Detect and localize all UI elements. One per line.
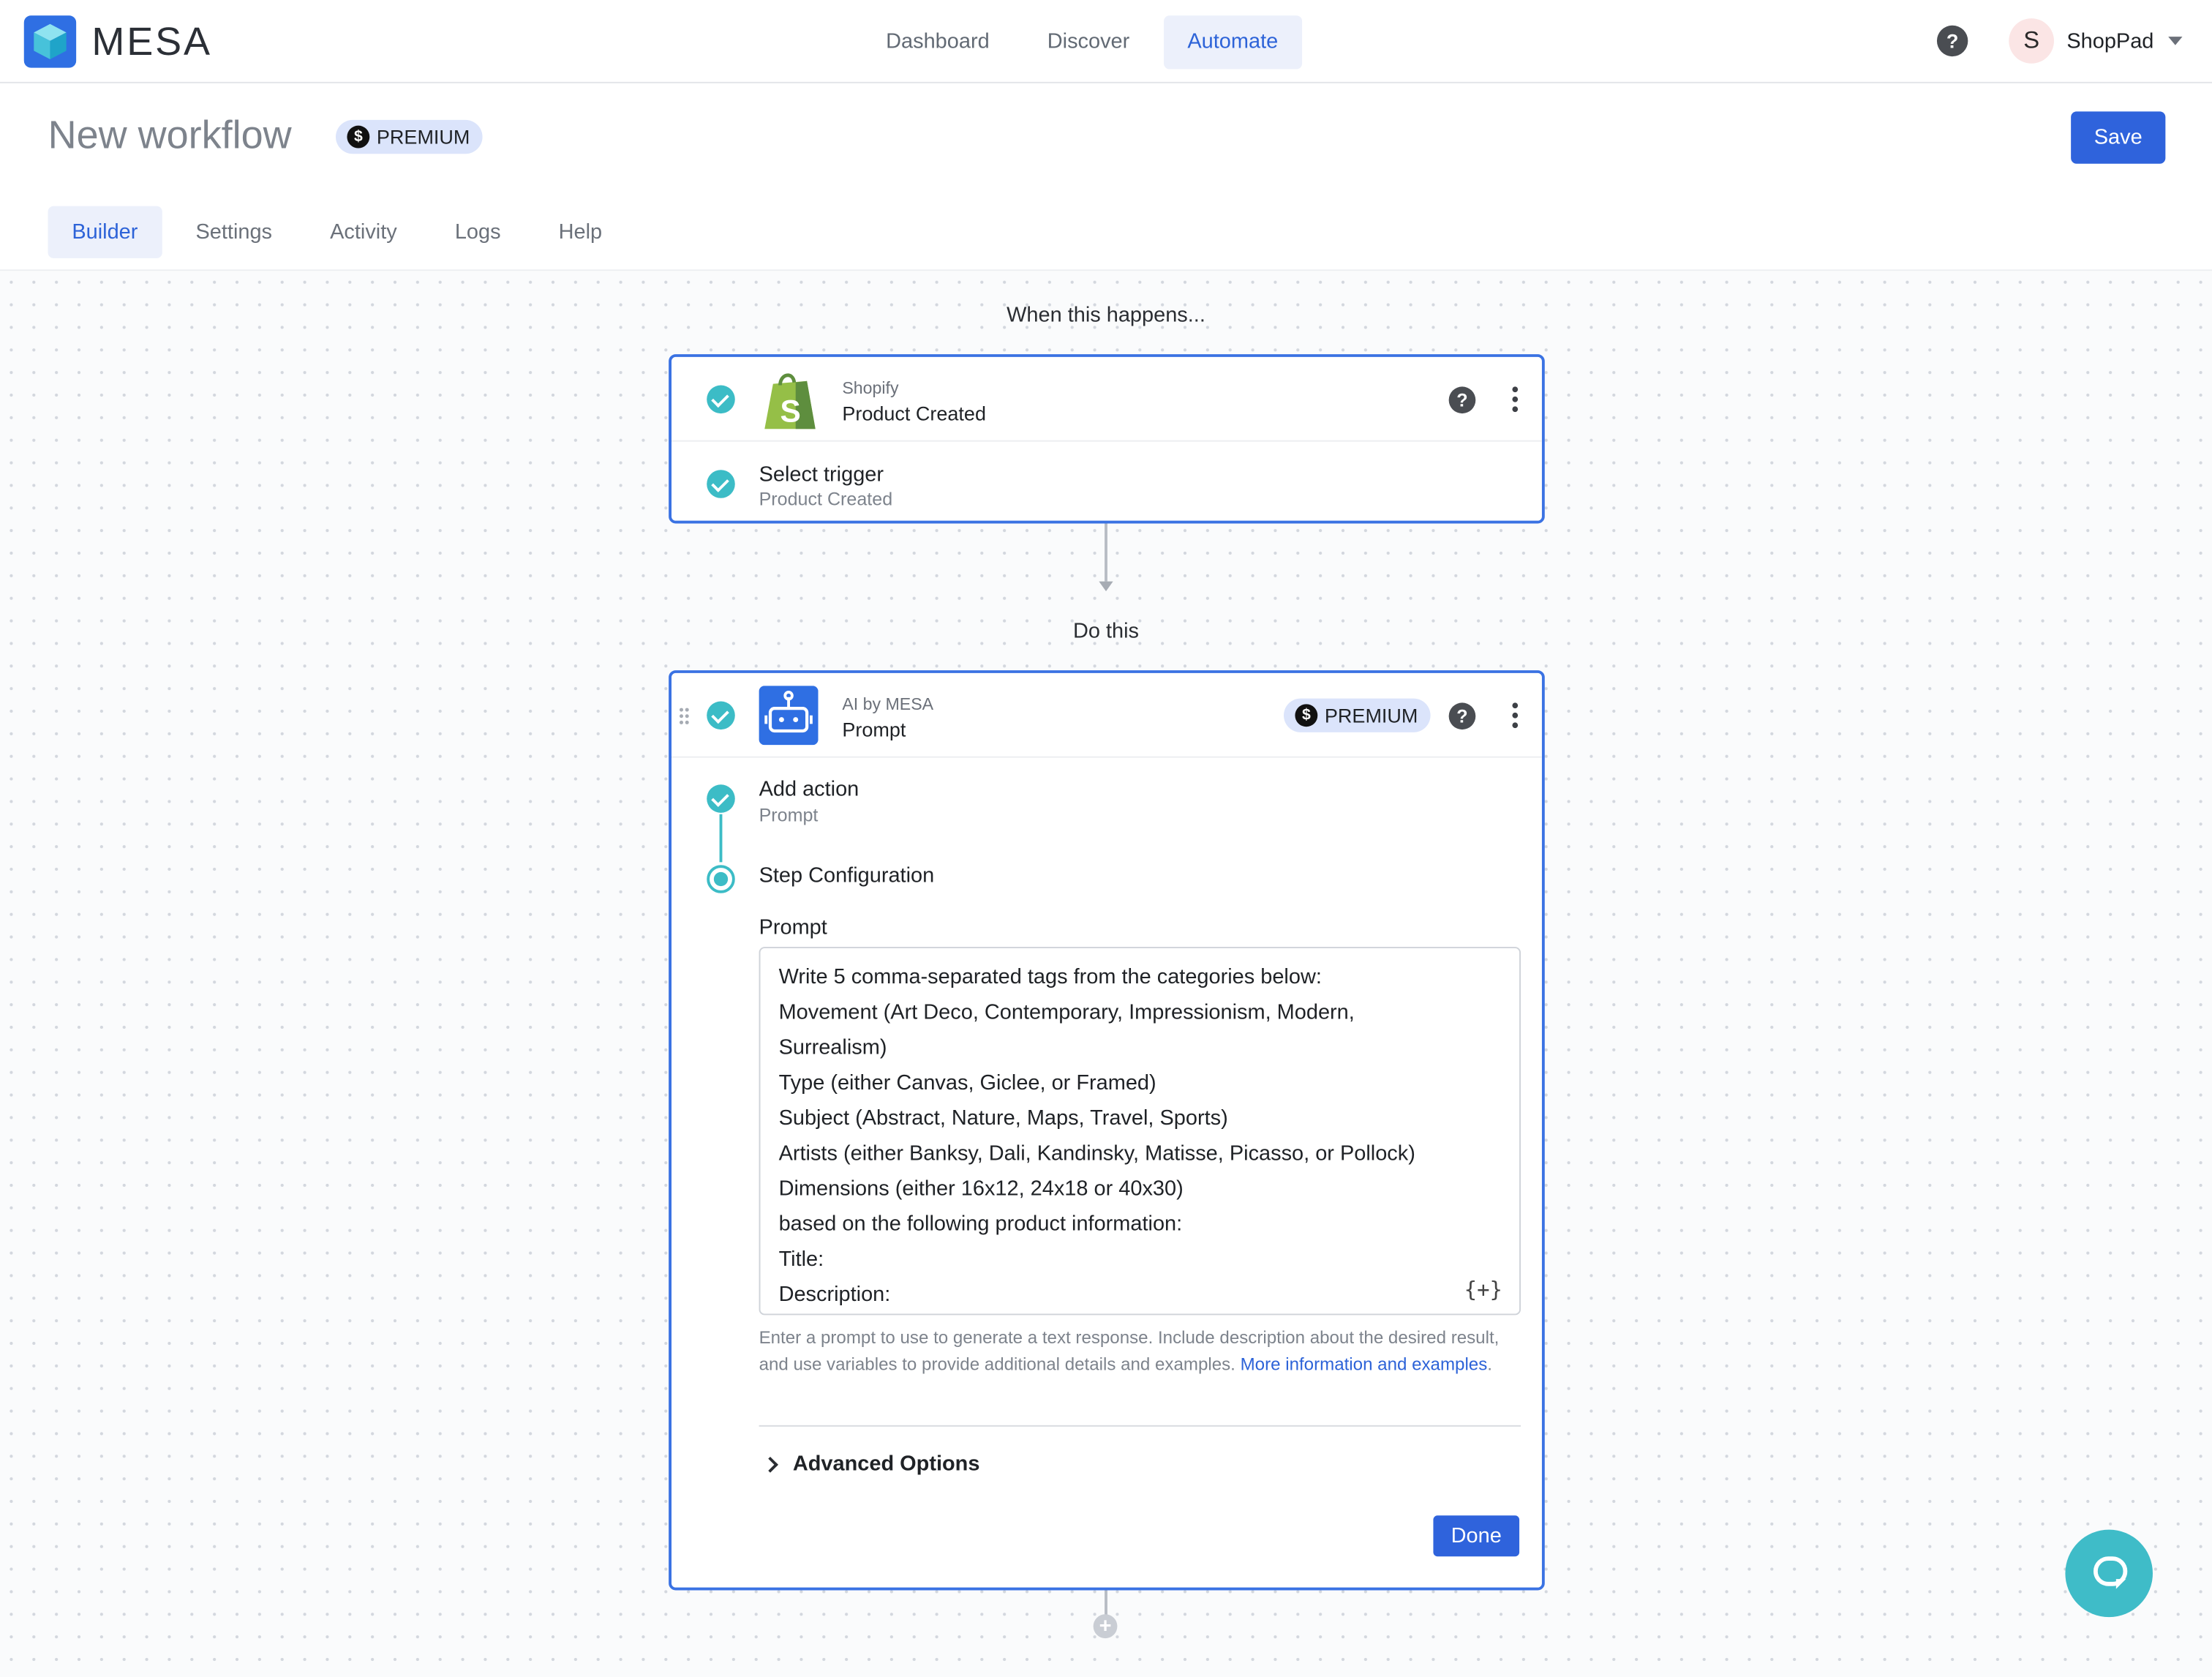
advanced-options-label: Advanced Options bbox=[792, 1452, 980, 1477]
flow-connector bbox=[1105, 523, 1107, 582]
premium-badge: $ PREMIUM bbox=[335, 119, 483, 154]
action-card[interactable]: AI by MESA Prompt $ PREMIUM ? Add action… bbox=[669, 670, 1545, 1591]
step-subtitle: Prompt bbox=[759, 804, 819, 826]
premium-label: PREMIUM bbox=[376, 125, 470, 149]
divider bbox=[759, 1425, 1521, 1427]
user-menu[interactable]: S ShopPad bbox=[2009, 18, 2182, 64]
tab-settings[interactable]: Settings bbox=[172, 206, 296, 258]
cube-logo-icon bbox=[23, 15, 77, 68]
robot-icon bbox=[759, 686, 819, 752]
tab-activity[interactable]: Activity bbox=[306, 206, 421, 258]
prompt-line: Subject (Abstract, Nature, Maps, Travel,… bbox=[778, 1106, 1228, 1130]
chat-button[interactable] bbox=[2065, 1529, 2153, 1618]
arrow-down-icon bbox=[1099, 581, 1113, 592]
step-title[interactable]: Add action bbox=[759, 778, 859, 802]
avatar: S bbox=[2009, 18, 2054, 64]
check-circle-icon bbox=[707, 385, 735, 414]
flow-connector bbox=[1105, 1590, 1107, 1616]
top-nav: MESA Dashboard Discover Automate ? S Sho… bbox=[0, 0, 2212, 83]
check-circle-icon bbox=[707, 784, 735, 813]
prompt-line: Write 5 comma-separated tags from the ca… bbox=[778, 965, 1322, 989]
prompt-line: based on the following product informati… bbox=[778, 1212, 1183, 1237]
current-step-icon bbox=[707, 865, 735, 893]
prompt-field-label: Prompt bbox=[759, 915, 827, 940]
more-vert-icon[interactable] bbox=[1512, 702, 1519, 729]
nav-tab-automate[interactable]: Automate bbox=[1163, 15, 1303, 70]
action-card-header[interactable]: AI by MESA Prompt $ PREMIUM ? bbox=[671, 673, 1542, 758]
action-app-name: AI by MESA bbox=[842, 694, 934, 714]
plus-circle-icon[interactable]: + bbox=[1093, 1614, 1118, 1639]
insert-variable-button[interactable]: {+} bbox=[1464, 1277, 1502, 1302]
brand-name: MESA bbox=[91, 19, 212, 63]
prompt-textarea[interactable]: Write 5 comma-separated tags from the ca… bbox=[759, 947, 1521, 1316]
main-nav-tabs: Dashboard Discover Automate bbox=[862, 15, 1312, 70]
prompt-line: Surrealism) bbox=[778, 1035, 887, 1060]
nav-tab-discover[interactable]: Discover bbox=[1023, 15, 1154, 69]
mesa-logo[interactable]: MESA bbox=[23, 15, 212, 68]
step-title[interactable]: Select trigger bbox=[759, 463, 884, 487]
question-circle-icon[interactable]: ? bbox=[1448, 702, 1476, 730]
tab-logs[interactable]: Logs bbox=[431, 206, 524, 258]
prompt-help-text: Enter a prompt to use to generate a text… bbox=[759, 1325, 1521, 1378]
trigger-app-name: Shopify bbox=[842, 378, 899, 398]
premium-label: PREMIUM bbox=[1324, 704, 1418, 727]
step-title: Step Configuration bbox=[759, 863, 935, 888]
prompt-line: Type (either Canvas, Giclee, or Framed) bbox=[778, 1070, 1156, 1095]
trigger-event-name: Product Created bbox=[842, 402, 986, 425]
check-circle-icon bbox=[707, 701, 735, 730]
done-button[interactable]: Done bbox=[1433, 1515, 1520, 1557]
drag-handle-icon[interactable] bbox=[679, 707, 690, 732]
shopify-bag-icon: S bbox=[761, 369, 818, 438]
question-circle-icon[interactable]: ? bbox=[1448, 386, 1476, 414]
trigger-card-header[interactable]: S Shopify Product Created ? bbox=[671, 357, 1542, 442]
more-vert-icon[interactable] bbox=[1512, 386, 1519, 413]
dollar-icon: $ bbox=[1295, 704, 1318, 727]
prompt-line: Description: bbox=[778, 1283, 891, 1307]
question-circle-icon[interactable]: ? bbox=[1936, 25, 1968, 57]
page-title: New workflow bbox=[48, 113, 292, 157]
save-button[interactable]: Save bbox=[2071, 111, 2166, 164]
check-circle-icon bbox=[707, 470, 735, 498]
prompt-line: Title: bbox=[778, 1247, 824, 1272]
help-text-end: . bbox=[1487, 1354, 1493, 1375]
chevron-right-icon bbox=[762, 1455, 778, 1472]
step-progress-line bbox=[719, 814, 723, 863]
prompt-line: Dimensions (either 16x12, 24x18 or 40x30… bbox=[778, 1177, 1184, 1201]
trigger-card[interactable]: S Shopify Product Created ? Select trigg… bbox=[669, 354, 1545, 524]
prompt-line: Movement (Art Deco, Contemporary, Impres… bbox=[778, 1000, 1355, 1025]
more-info-link[interactable]: More information and examples bbox=[1241, 1354, 1488, 1374]
dollar-icon: $ bbox=[347, 125, 370, 149]
step-subtitle: Product Created bbox=[759, 488, 893, 510]
action-event-name: Prompt bbox=[842, 718, 906, 741]
svg-text:S: S bbox=[780, 394, 800, 429]
workflow-tabs: Builder Settings Activity Logs Help bbox=[48, 206, 636, 258]
tab-builder[interactable]: Builder bbox=[48, 206, 162, 258]
prompt-line: Artists (either Banksy, Dali, Kandinsky,… bbox=[778, 1141, 1415, 1166]
advanced-options-toggle[interactable]: Advanced Options bbox=[762, 1452, 980, 1477]
trigger-heading: When this happens... bbox=[1007, 303, 1205, 328]
premium-badge: $ PREMIUM bbox=[1283, 698, 1431, 732]
caret-down-icon bbox=[2167, 37, 2182, 45]
nav-tab-dashboard[interactable]: Dashboard bbox=[862, 15, 1013, 69]
action-heading: Do this bbox=[1072, 619, 1140, 644]
user-name: ShopPad bbox=[2066, 29, 2154, 53]
tab-help[interactable]: Help bbox=[535, 206, 626, 258]
